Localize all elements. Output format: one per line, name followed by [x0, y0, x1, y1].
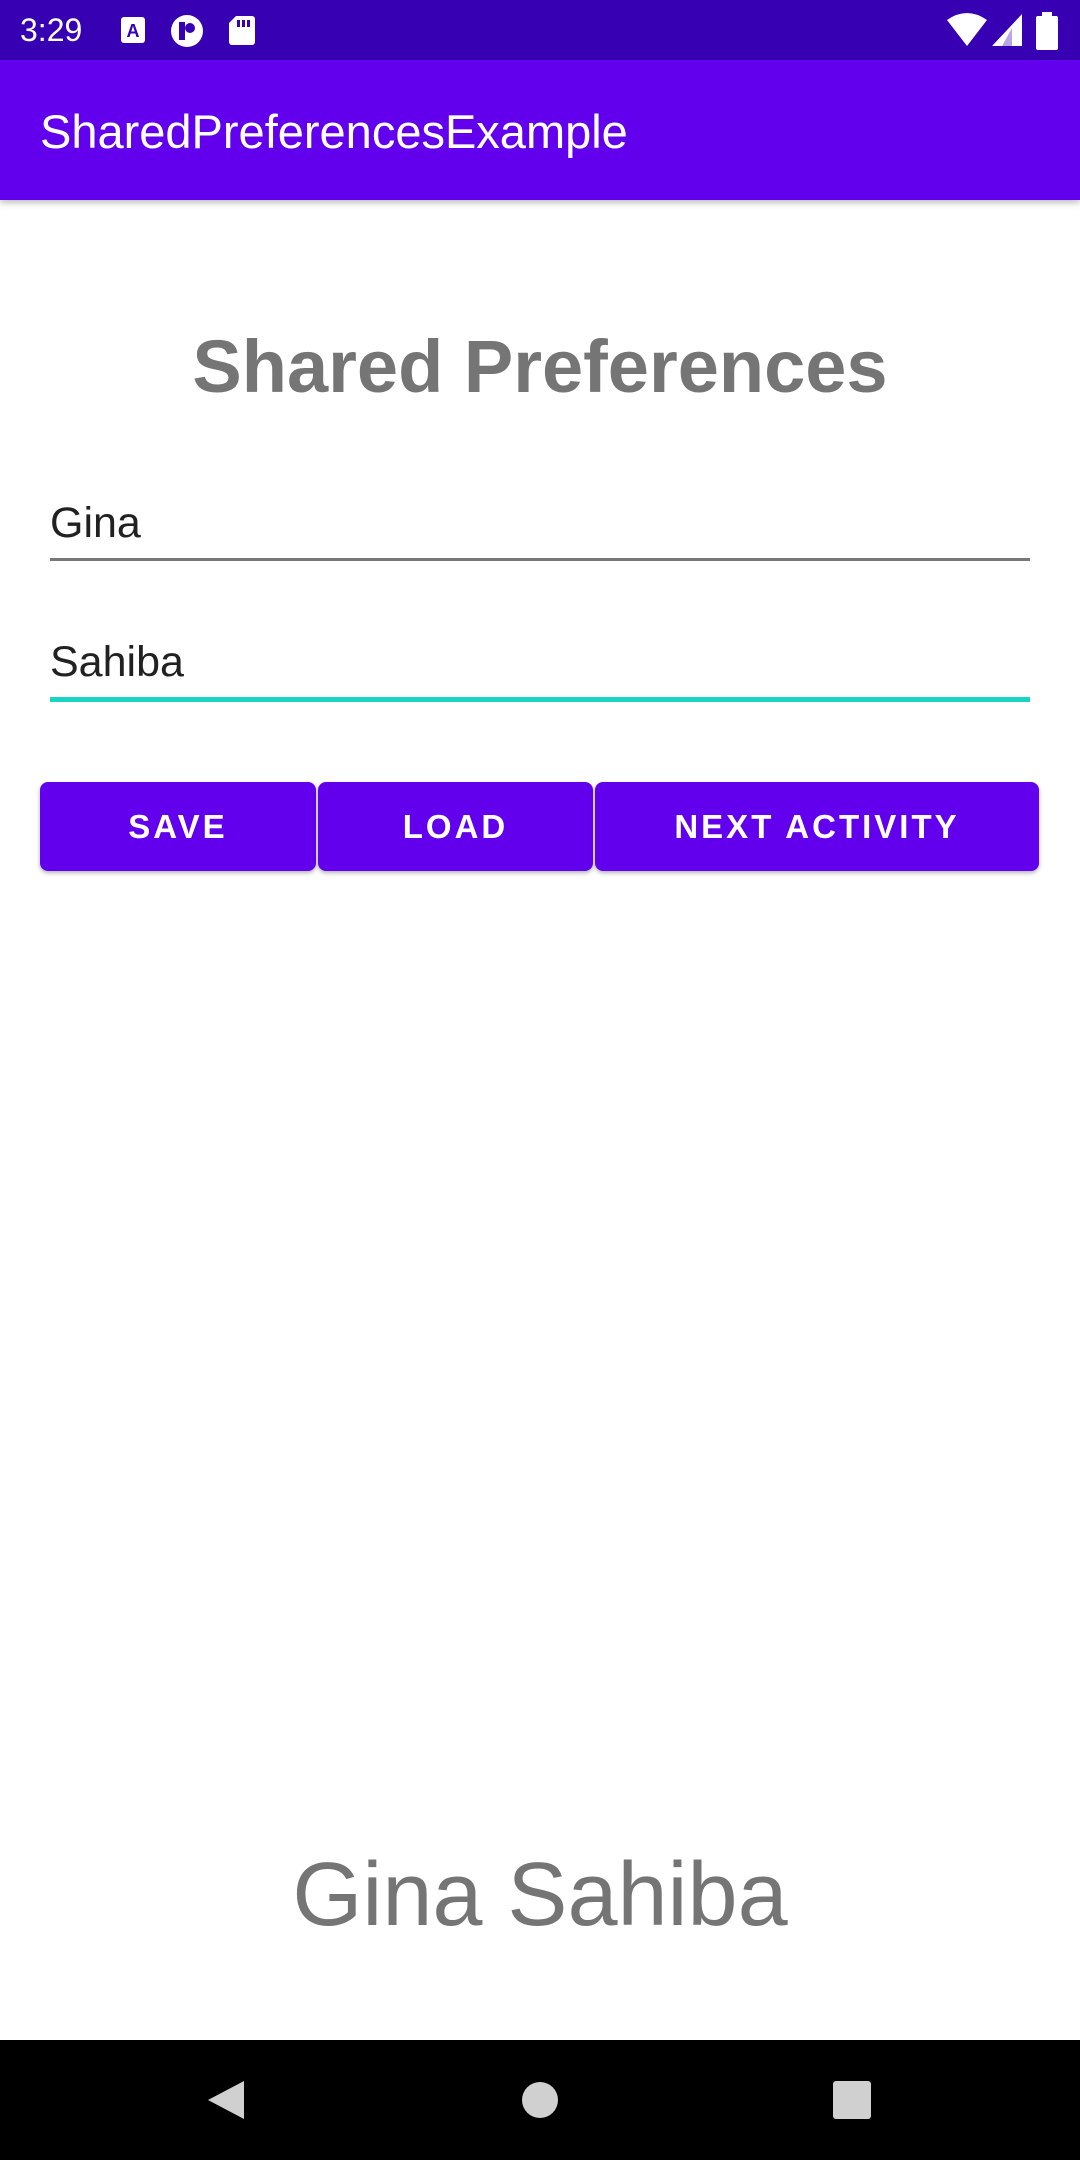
p-badge-icon: [170, 14, 203, 47]
first-name-field[interactable]: [50, 488, 1030, 561]
battery-icon: [1036, 12, 1058, 55]
app-bar: SharedPreferencesExample: [0, 60, 1080, 200]
app-title: SharedPreferencesExample: [40, 105, 628, 158]
svg-text:A: A: [127, 21, 140, 41]
load-button[interactable]: LOAD: [318, 782, 593, 871]
status-time: 3:29: [20, 12, 83, 48]
home-icon[interactable]: [500, 2060, 580, 2140]
a-font-icon: A: [120, 14, 150, 46]
page-heading: Shared Preferences: [192, 325, 888, 408]
signal-icon: [990, 12, 1024, 53]
app-screen: 3:29 A SharedPreferencesExample Shared P…: [0, 0, 1080, 2160]
next-activity-button[interactable]: NEXT ACTIVITY: [595, 782, 1039, 871]
status-bar: 3:29 A: [0, 0, 1080, 60]
result-text: Gina Sahiba: [292, 1845, 788, 1945]
last-name-field[interactable]: [50, 627, 1030, 702]
navigation-bar: [0, 2040, 1080, 2160]
recents-icon[interactable]: [812, 2060, 892, 2140]
save-button[interactable]: SAVE: [40, 782, 316, 871]
wifi-icon: [946, 12, 988, 53]
sd-card-icon: [228, 14, 258, 46]
back-icon[interactable]: [186, 2060, 266, 2140]
